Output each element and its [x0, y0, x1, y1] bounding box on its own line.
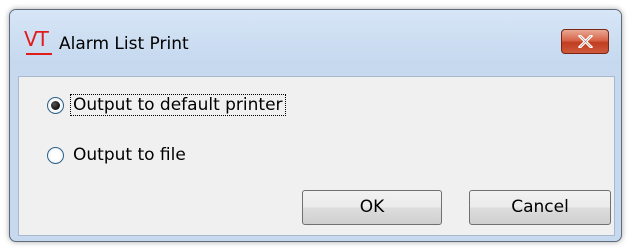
- radio-default-printer[interactable]: [47, 97, 64, 114]
- cancel-button[interactable]: Cancel: [469, 190, 611, 225]
- close-icon: [578, 35, 593, 48]
- vt-logo-icon: VT: [24, 27, 54, 57]
- title-bar[interactable]: VT Alarm List Print: [10, 10, 621, 64]
- logo-text: VT: [24, 27, 49, 51]
- radio-selected-dot: [51, 101, 60, 110]
- ok-button[interactable]: OK: [302, 190, 442, 225]
- option-default-printer-label[interactable]: Output to default printer: [70, 94, 286, 116]
- logo-underline: [26, 53, 52, 55]
- option-file-label[interactable]: Output to file: [71, 145, 188, 165]
- dialog-window: VT Alarm List Print Output to default pr…: [9, 9, 622, 242]
- dialog-content: Output to default printer Output to file…: [18, 76, 615, 236]
- window-title: Alarm List Print: [59, 34, 189, 54]
- close-button[interactable]: [561, 29, 609, 54]
- radio-file[interactable]: [47, 147, 64, 164]
